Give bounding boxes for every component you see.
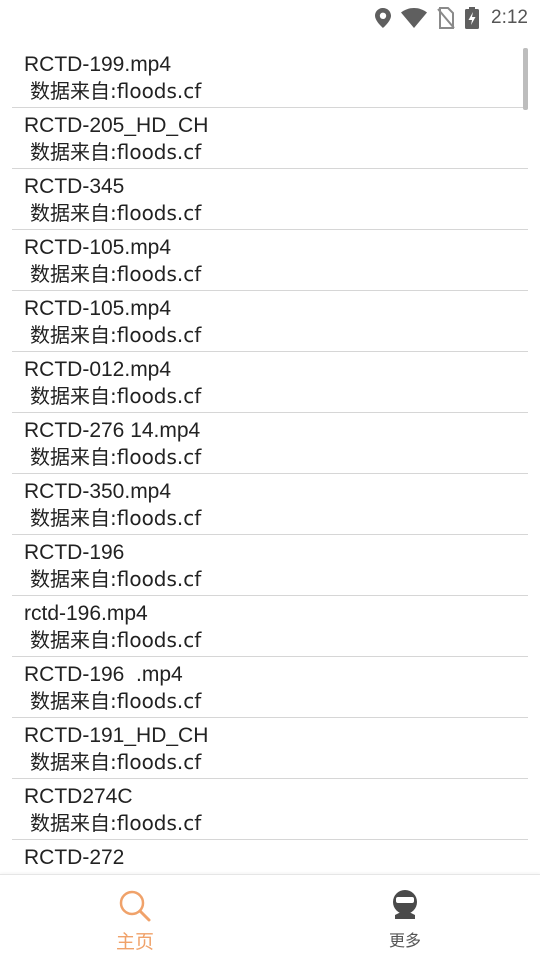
list-item[interactable]: RCTD-105.mp4 数据来自:floods.cf — [0, 230, 540, 291]
item-title: RCTD274C — [24, 785, 133, 808]
tab-home-label: 主页 — [115, 931, 154, 953]
item-title: RCTD-345 — [24, 175, 125, 198]
list-item[interactable]: rctd-196.mp4 数据来自:floods.cf — [0, 596, 540, 657]
list-item[interactable]: RCTD-196 .mp4 数据来自:floods.cf — [0, 657, 540, 718]
status-time: 2:12 — [491, 7, 528, 28]
item-title: RCTD-105.mp4 — [24, 236, 172, 259]
status-icons: 2:12 — [375, 6, 528, 30]
item-source: 数据来自:floods.cf — [30, 445, 202, 469]
item-source: 数据来自:floods.cf — [30, 323, 202, 347]
item-source: 数据来自:floods.cf — [30, 750, 202, 774]
list-item[interactable]: RCTD-191_HD_CH 数据来自:floods.cf — [0, 718, 540, 779]
tab-home[interactable]: 主页 — [0, 875, 270, 961]
item-source: 数据来自:floods.cf — [30, 567, 202, 591]
item-source: 数据来自:floods.cf — [30, 689, 202, 713]
list-item[interactable]: RCTD-350.mp4 数据来自:floods.cf — [0, 474, 540, 535]
item-title: RCTD-105.mp4 — [24, 297, 172, 320]
search-icon — [118, 889, 152, 923]
item-source: 数据来自:floods.cf — [30, 262, 202, 286]
item-title: rctd-196.mp4 — [24, 602, 148, 625]
item-title: RCTD-199.mp4 — [24, 53, 172, 76]
item-title: RCTD-196 .mp4 — [24, 663, 183, 686]
item-title: RCTD-276 14.mp4 — [24, 419, 201, 442]
item-source: 数据来自:floods.cf — [30, 79, 202, 103]
list-item[interactable]: RCTD274C 数据来自:floods.cf — [0, 779, 540, 840]
tab-more-label: 更多 — [388, 931, 421, 950]
status-bar: 2:12 — [0, 0, 540, 36]
item-title: RCTD-012.mp4 — [24, 358, 172, 381]
tab-more[interactable]: 更多 — [270, 875, 540, 961]
list-item[interactable]: RCTD-199.mp4 数据来自:floods.cf — [0, 47, 540, 108]
scrollbar[interactable] — [523, 48, 528, 110]
wifi-icon — [401, 8, 428, 28]
item-source: 数据来自:floods.cf — [30, 384, 202, 408]
list-item[interactable]: RCTD-205_HD_CH 数据来自:floods.cf — [0, 108, 540, 169]
location-icon — [375, 8, 392, 28]
item-title: RCTD-350.mp4 — [24, 480, 172, 503]
item-title: RCTD-196 — [24, 541, 125, 564]
more-icon — [391, 889, 419, 921]
item-source: 数据来自:floods.cf — [30, 506, 202, 530]
battery-charging-icon — [465, 7, 480, 29]
list-item[interactable]: RCTD-276 14.mp4 数据来自:floods.cf — [0, 413, 540, 474]
results-list: RCTD-199.mp4 数据来自:floods.cf RCTD-205_HD_CH… — [0, 47, 540, 866]
list-item[interactable]: RCTD-105.mp4 数据来自:floods.cf — [0, 291, 540, 352]
bottom-nav: 主页 更多 — [0, 874, 540, 961]
item-title: RCTD-191_HD_CH — [24, 724, 209, 747]
no-sim-icon — [437, 7, 455, 29]
item-source: 数据来自:floods.cf — [30, 201, 202, 225]
list-item[interactable]: RCTD-196 数据来自:floods.cf — [0, 535, 540, 596]
item-title: RCTD-272 — [24, 846, 125, 866]
item-title: RCTD-205_HD_CH — [24, 114, 209, 137]
item-source: 数据来自:floods.cf — [30, 140, 202, 164]
list-item[interactable]: RCTD-012.mp4 数据来自:floods.cf — [0, 352, 540, 413]
item-source: 数据来自:floods.cf — [30, 628, 202, 652]
list-item[interactable]: RCTD-345 数据来自:floods.cf — [0, 169, 540, 230]
list-item[interactable]: RCTD-272 — [0, 840, 540, 866]
results-list-viewport[interactable]: RCTD-199.mp4 数据来自:floods.cf RCTD-205_HD_CH… — [0, 47, 540, 866]
item-source: 数据来自:floods.cf — [30, 811, 202, 835]
